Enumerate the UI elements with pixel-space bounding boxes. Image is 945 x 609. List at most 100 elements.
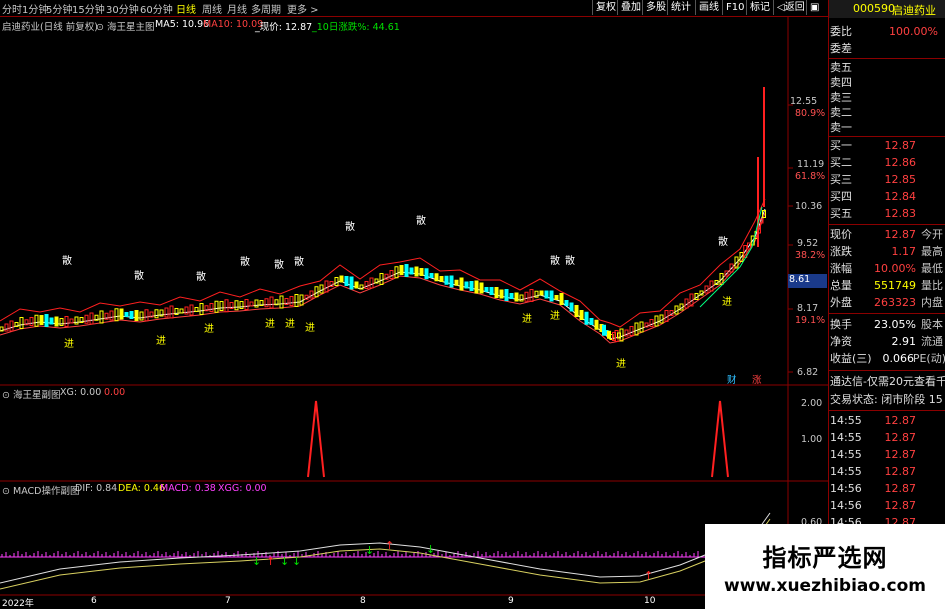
tick-row: 14:56 12.87: [829, 498, 945, 514]
draw-line-button[interactable]: 画线: [695, 0, 722, 15]
candle: [629, 326, 634, 336]
tab-daily[interactable]: 日线: [176, 1, 196, 16]
stat-value: 1.17: [891, 245, 917, 258]
promo-notice[interactable]: 通达信-仅需20元查看千: [829, 374, 945, 390]
y-axis-pct-label: 61.8%: [795, 171, 826, 182]
stat-value: 263323: [874, 296, 916, 309]
ask-row: 卖一: [829, 120, 945, 136]
ask-label: 卖一: [830, 121, 852, 134]
y-axis-label: 12.55: [790, 96, 818, 107]
candle: [539, 290, 544, 296]
sell-signal-label: 散: [416, 214, 426, 227]
stat-row: 净资 2.91 流通: [829, 334, 945, 350]
candle: [59, 318, 64, 326]
order-diff-row: 委差: [829, 41, 945, 57]
candle: [244, 299, 249, 310]
x-axis-label: 2022年: [2, 599, 34, 609]
stat-row: 现价 12.87 今开: [829, 227, 945, 243]
stats-button[interactable]: 统计: [667, 0, 694, 15]
candle: [169, 305, 174, 319]
divider: [829, 58, 945, 59]
buy-signal-label: 进: [522, 313, 532, 325]
x-axis-label: 10: [644, 596, 656, 606]
watermark-title: 指标严选网: [762, 544, 888, 572]
kline-chart[interactable]: 散散 散散散散散散散 散散进 进进进进进进 进进进↓ ↑ ↓ ↓↓ ↑ ↓↑: [0, 17, 828, 609]
buy-signal-label: 进: [265, 318, 275, 330]
quote-header: 000590 启迪药业: [829, 0, 945, 18]
limit-up-mark[interactable]: 涨: [752, 372, 762, 386]
bid-label: 买四: [830, 190, 852, 203]
overlay-button[interactable]: 叠加: [617, 0, 644, 15]
divider: [829, 136, 945, 137]
promo-text[interactable]: 通达信-仅需20元查看千: [830, 374, 945, 390]
multi-stock-button[interactable]: 多股: [642, 0, 669, 15]
tick-time: 14:55: [830, 465, 862, 478]
ask-row: 卖五: [829, 60, 945, 76]
candle: [389, 270, 394, 279]
bid-row: 买四 12.84: [829, 189, 945, 205]
candle: [164, 307, 169, 318]
macd-arrow-icon: ↑: [385, 539, 394, 552]
candle: [64, 316, 69, 327]
candle: [4, 323, 9, 332]
macd-dif-label: DIF: 0.84: [75, 483, 118, 494]
sell-signal-label: 散: [196, 270, 206, 283]
mark-button[interactable]: 标记: [746, 0, 773, 15]
stat-value: 12.87: [884, 228, 917, 241]
candle: [319, 284, 324, 294]
window-toggle-icon[interactable]: ▣: [806, 0, 822, 15]
candle: [294, 294, 299, 307]
y-axis-label: 8.17: [797, 303, 819, 314]
candle: [279, 295, 284, 309]
sell-signal-label: 散: [62, 254, 72, 267]
candle: [684, 298, 689, 309]
candle: [679, 303, 684, 311]
y-axis-pct-label: 80.9%: [795, 108, 826, 119]
candle: [324, 280, 329, 293]
tab-multi-period[interactable]: 多周期: [251, 1, 281, 16]
sub1-indicator-name[interactable]: ⊙ 海王星副图: [2, 387, 61, 401]
candle: [464, 281, 469, 289]
candle: [584, 311, 589, 325]
restore-rights-button[interactable]: 复权: [592, 0, 619, 15]
candle: [709, 280, 714, 292]
sub2-indicator-name[interactable]: ⊙ MACD操作副图: [2, 483, 79, 497]
price-band: [0, 198, 766, 328]
tab-monthly[interactable]: 月线: [227, 1, 247, 16]
x-axis-label: 7: [225, 596, 231, 606]
bid-label: 买五: [830, 207, 852, 220]
tab-1min[interactable]: 1分钟: [22, 1, 48, 16]
candle: [569, 302, 574, 312]
f10-button[interactable]: F10: [722, 0, 747, 15]
tab-30min[interactable]: 30分钟: [106, 1, 139, 16]
finance-mark[interactable]: 财: [727, 372, 737, 386]
candle: [439, 276, 444, 282]
macd-arrow-icon: ↓: [292, 555, 301, 568]
candle: [269, 296, 274, 309]
tab-fenshi[interactable]: 分时: [2, 1, 22, 16]
tab-5min[interactable]: 5分钟: [46, 1, 72, 16]
tick-row: 14:55 12.87: [829, 464, 945, 480]
back-button[interactable]: ◁返回: [773, 0, 808, 15]
y-axis-label: 6.82: [797, 367, 819, 378]
tab-60min[interactable]: 60分钟: [140, 1, 173, 16]
tab-more[interactable]: 更多 >: [287, 1, 319, 16]
stat-value: 551749: [874, 279, 916, 292]
candle: [409, 267, 414, 275]
stat-row: 涨幅 10.00% 最低: [829, 261, 945, 277]
tab-weekly[interactable]: 周线: [202, 1, 222, 16]
stat-label-right: 最高: [921, 245, 943, 258]
macd-arrow-icon: ↑: [644, 569, 653, 582]
indicator-dot-icon: ⊙: [2, 486, 10, 497]
stock-code: 000590: [853, 2, 895, 15]
tick-row: 14:55 12.87: [829, 413, 945, 429]
tab-15min[interactable]: 15分钟: [72, 1, 105, 16]
macd-xgg-label: XGG: 0.00: [218, 483, 267, 494]
candle: [209, 303, 214, 312]
candle: [674, 305, 679, 315]
candle: [214, 300, 219, 313]
ask-label: 卖四: [830, 76, 852, 89]
candle: [469, 281, 474, 291]
buy-signal-label: 进: [64, 338, 74, 350]
stat-label: 收益(三): [830, 352, 872, 365]
